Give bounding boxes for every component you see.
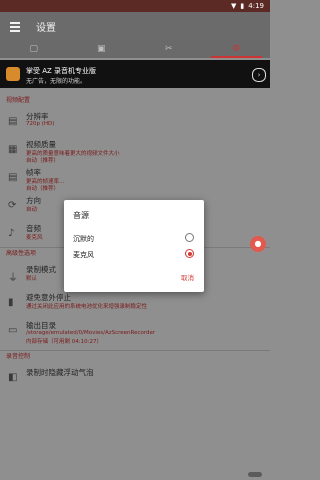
page-title: 设置 <box>36 22 56 34</box>
radio-microphone[interactable] <box>185 249 194 258</box>
option-microphone[interactable]: 麦克风 <box>64 246 204 262</box>
battery-saver-icon: ▮ <box>8 297 14 308</box>
battery-icon: ▮ <box>240 2 245 10</box>
app-logo <box>6 67 20 81</box>
tab-camera[interactable]: ▢ <box>0 40 68 58</box>
tab-tools[interactable]: ✂ <box>135 40 203 58</box>
section-record-control: 录音控制 <box>6 353 31 360</box>
setting-avoid-stop[interactable]: ▮ 避免意外停止 通过关闭此应用的系统电池优化来增强录制稳定性 <box>0 288 270 316</box>
setting-output-directory[interactable]: ▭ 输出目录 /storage/emulated/0/Movies/AzScre… <box>0 316 270 350</box>
promo-subtitle: 无广告，无限的功能。 <box>26 78 87 85</box>
section-video: 视频配置 <box>6 97 31 104</box>
gear-icon: ⚙ <box>232 44 241 54</box>
audio-source-dialog: 音源 沉默的 麦克风 取消 <box>64 200 204 292</box>
setting-hide-bubble[interactable]: ◧ 录制时隐藏浮动气泡 <box>0 363 270 385</box>
setting-resolution[interactable]: ▤ 分辨率 720p (HD) <box>0 107 270 135</box>
tools-icon: ✂ <box>164 44 173 54</box>
option-silent[interactable]: 沉默的 <box>64 230 204 246</box>
status-bar: ▼ ▮ 4:19 <box>0 0 270 12</box>
tab-settings[interactable]: ⚙ <box>203 40 271 58</box>
music-note-icon: ♪ <box>8 228 15 239</box>
quality-icon: ▦ <box>8 144 18 155</box>
menu-icon[interactable] <box>8 20 24 32</box>
resolution-icon: ▤ <box>8 116 18 127</box>
dialog-title: 音源 <box>73 211 89 220</box>
rotate-icon: ⟳ <box>8 200 17 211</box>
promo-banner[interactable]: 掌受 AZ 录音机专业版 无广告，无限的功能。 › <box>0 60 270 88</box>
promo-title: 掌受 AZ 录音机专业版 <box>26 67 97 75</box>
wifi-icon: ▼ <box>231 2 237 10</box>
bubble-icon: ◧ <box>8 372 18 383</box>
folder-icon: ▭ <box>8 325 18 336</box>
camera-icon: ▢ <box>29 44 38 54</box>
hide-bubble-toggle[interactable] <box>248 472 262 477</box>
cancel-button[interactable]: 取消 <box>181 272 194 282</box>
setting-framerate[interactable]: ▤ 帧率 更高的帧速率... 自动（推荐） <box>0 163 270 192</box>
framerate-icon: ▤ <box>8 172 18 183</box>
tab-bar: ▢ ▣ ✂ ⚙ <box>0 40 270 58</box>
setting-video-quality[interactable]: ▦ 视频质量 更高的质量意味着更大的视频文件大小 自动（推荐） <box>0 135 270 164</box>
image-icon: ▣ <box>96 44 106 54</box>
radio-silent[interactable] <box>185 233 194 242</box>
tab-gallery[interactable]: ▣ <box>68 40 136 58</box>
microphone-icon: ⏚ <box>8 273 18 284</box>
chevron-right-icon[interactable]: › <box>252 68 266 82</box>
record-bubble-icon[interactable]: ● <box>250 236 266 252</box>
status-time: 4:19 <box>248 2 264 10</box>
app-bar: 设置 <box>0 12 270 40</box>
